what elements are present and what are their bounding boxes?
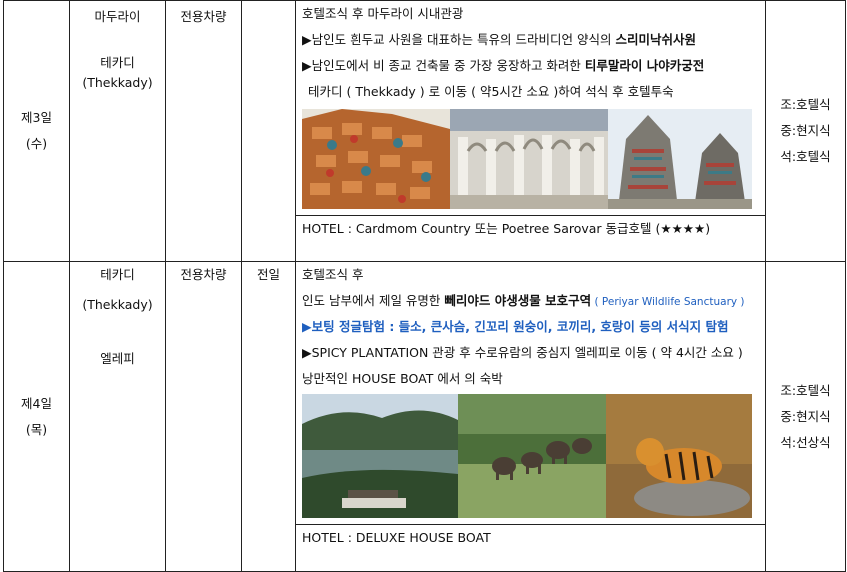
day3-hotel: HOTEL : Cardmom Country 또는 Poetree Sarov… (296, 215, 765, 242)
day3-day: 제3일 (21, 110, 52, 125)
day4-line-3: ▶보팅 정글탐험 : 들소, 큰사슴, 긴꼬리 원숭이, 코끼리, 호랑이 등의… (302, 319, 729, 334)
day4-schedule-cell: 호텔조식 후 인도 남부에서 제일 유명한 뻬리야드 야생생물 보호구역 ( P… (295, 261, 766, 572)
itinerary-table: 제3일 (수) 마두라이 테카디 (Thekkady) 전용차량 호텔조식 후 … (3, 0, 846, 572)
day4-transport-cell: 전용차량 (165, 261, 242, 572)
tiger-photo (606, 394, 752, 518)
day3-schedule-cell: 호텔조식 후 마두라이 시내관광 ▶남인도 흰두교 사원을 대표하는 특유의 드… (295, 0, 766, 262)
day3-transport-cell: 전용차량 (165, 0, 242, 262)
day4-city-2: (Thekkady) (82, 297, 153, 312)
palace-hall-photo (450, 109, 608, 209)
day4-line-5: 낭만적인 HOUSE BOAT 에서 의 숙박 (302, 371, 503, 386)
day4-city-cell: 테카디 (Thekkady) 엘레피 (69, 261, 166, 572)
day4-row: 제4일 (목) 테카디 (Thekkady) 엘레피 전용차량 전일 호텔조식 … (3, 261, 846, 572)
day3-weekday: (수) (25, 136, 48, 151)
day4-city-3: 엘레피 (100, 351, 135, 366)
day4-line-2-bold: 뻬리야드 야생생물 보호구역 (444, 293, 592, 308)
day3-meal-lunch: 중:현지식 (780, 123, 831, 138)
temple-gopuram-photo (302, 109, 450, 209)
day3-line-3-text: ▶남인도에서 비 종교 건축물 중 가장 웅장하고 화려한 (302, 58, 585, 73)
day4-weekday: (목) (25, 421, 48, 437)
day3-photos (302, 109, 759, 209)
day3-meals-cell: 조:호텔식 중:현지식 석:호텔식 (765, 0, 846, 262)
day4-meal-col-cell: 전일 (241, 261, 296, 572)
day4-line-2-text: 인도 남부에서 제일 유명한 (302, 293, 445, 308)
day3-line-2-bold: 스리미낙쉬사원 (615, 32, 696, 47)
day4-city-1: 테카디 (100, 267, 135, 282)
day3-meal-col-cell (241, 0, 296, 262)
elephants-photo (458, 394, 606, 518)
day3-meal-col (242, 7, 295, 27)
day3-line-3-bold: 티루말라이 나야카궁전 (584, 58, 705, 73)
day3-meal-dinner: 석:호텔식 (780, 149, 831, 164)
day4-line-4: ▶SPICY PLANTATION 관광 후 수로유람의 중심지 엘레피로 이동… (302, 345, 743, 360)
day4-label-cell: 제4일 (목) (3, 261, 70, 572)
day3-city-2: 테카디 (100, 55, 135, 70)
day3-line-2: ▶남인도 흰두교 사원을 대표하는 특유의 드라비디언 양식의 스리미낙쉬사원 (302, 27, 759, 53)
day3-city-cell: 마두라이 테카디 (Thekkady) (69, 0, 166, 262)
day4-hotel: HOTEL : DELUXE HOUSE BOAT (296, 524, 765, 551)
temple-tower-photo (608, 109, 752, 209)
day4-photos (302, 394, 759, 518)
day4-meal-breakfast: 조:호텔식 (780, 382, 831, 398)
day4-transport: 전용차량 (180, 267, 227, 282)
day3-line-2-text: ▶남인도 흰두교 사원을 대표하는 특유의 드라비디언 양식의 (302, 32, 616, 47)
lake-boat-photo (302, 394, 458, 518)
day4-meal-col: 전일 (256, 267, 280, 282)
day4-line-2-english: ( Periyar Wildlife Sanctuary ) (591, 296, 745, 308)
day3-line-3: ▶남인도에서 비 종교 건축물 중 가장 웅장하고 화려한 티루말라이 나야카궁… (302, 53, 759, 79)
day3-city-1: 마두라이 (94, 9, 141, 24)
day4-meal-lunch: 중:현지식 (780, 408, 831, 424)
day3-row: 제3일 (수) 마두라이 테카디 (Thekkady) 전용차량 호텔조식 후 … (3, 0, 846, 262)
day3-transport: 전용차량 (180, 9, 227, 24)
day4-meals-cell: 조:호텔식 중:현지식 석:선상식 (765, 261, 846, 572)
day4-line-1: 호텔조식 후 (302, 267, 364, 282)
day4-meal-dinner: 석:선상식 (780, 434, 831, 450)
day3-label-cell: 제3일 (수) (3, 0, 70, 262)
day4-line-2: 인도 남부에서 제일 유명한 뻬리야드 야생생물 보호구역 ( Periyar … (302, 288, 759, 314)
day3-city-3: (Thekkady) (82, 75, 153, 90)
day3-meal-breakfast: 조:호텔식 (780, 97, 831, 112)
day4-day: 제4일 (21, 395, 52, 411)
day3-line-1: 호텔조식 후 마두라이 시내관광 (302, 6, 464, 21)
day3-line-4: 테카디 ( Thekkady ) 로 이동 ( 약5시간 소요 )하여 석식 후… (308, 84, 674, 99)
